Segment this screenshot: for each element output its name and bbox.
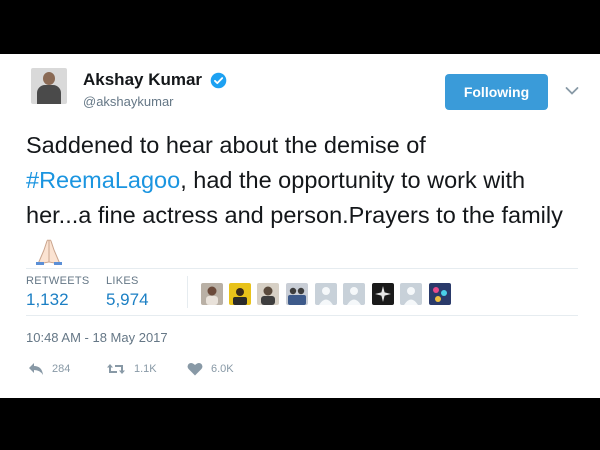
stats-divider-top xyxy=(26,268,578,269)
heart-icon xyxy=(187,363,203,376)
liker-avatar-dark-star-icon xyxy=(372,283,394,305)
user-display-name[interactable]: Akshay Kumar xyxy=(83,70,202,90)
liker-avatar[interactable] xyxy=(229,283,251,305)
liker-avatar[interactable] xyxy=(201,283,223,305)
like-count: 6.0K xyxy=(211,363,234,375)
likes-count[interactable]: 5,974 xyxy=(106,290,149,310)
chevron-down-icon[interactable] xyxy=(565,86,579,96)
liker-avatar-group-icon xyxy=(286,283,308,305)
reply-icon xyxy=(29,363,43,375)
avatar-head xyxy=(43,72,55,85)
stats-divider-bottom xyxy=(26,315,578,316)
default-profile-icon xyxy=(400,283,422,305)
liker-avatar-woman-icon xyxy=(201,283,223,305)
retweet-action[interactable]: 1.1K xyxy=(106,362,157,376)
liker-avatar[interactable] xyxy=(429,283,451,305)
folded-hands-emoji-icon xyxy=(36,239,62,265)
stats-separator xyxy=(187,276,188,308)
liker-avatar[interactable] xyxy=(286,283,308,305)
avatar-body xyxy=(37,85,61,104)
like-action[interactable]: 6.0K xyxy=(187,362,234,376)
liker-avatar-colorful-icon xyxy=(429,283,451,305)
liker-avatar[interactable] xyxy=(257,283,279,305)
tweet-text: Saddened to hear about the demise of #Re… xyxy=(26,128,571,268)
retweet-icon xyxy=(107,364,125,374)
retweets-count[interactable]: 1,132 xyxy=(26,290,69,310)
default-profile-icon xyxy=(343,283,365,305)
retweets-label: RETWEETS xyxy=(26,275,90,287)
liker-avatar[interactable] xyxy=(372,283,394,305)
liker-avatar[interactable] xyxy=(315,283,337,305)
default-profile-icon xyxy=(315,283,337,305)
profile-avatar[interactable] xyxy=(31,68,67,104)
liker-avatar[interactable] xyxy=(400,283,422,305)
tweet-text-before: Saddened to hear about the demise of xyxy=(26,132,426,158)
reply-action[interactable]: 284 xyxy=(28,362,70,376)
retweet-count: 1.1K xyxy=(134,363,157,375)
hashtag-link[interactable]: #ReemaLagoo xyxy=(26,167,180,193)
liker-avatar-yellow-icon xyxy=(229,283,251,305)
liker-avatar[interactable] xyxy=(343,283,365,305)
liker-avatar-man-icon xyxy=(257,283,279,305)
verified-badge-icon xyxy=(210,72,227,89)
tweet-timestamp[interactable]: 10:48 AM - 18 May 2017 xyxy=(26,330,168,345)
user-handle[interactable]: @akshaykumar xyxy=(83,94,174,109)
likes-label: LIKES xyxy=(106,275,139,287)
following-button[interactable]: Following xyxy=(445,74,548,110)
reply-count: 284 xyxy=(52,363,71,375)
